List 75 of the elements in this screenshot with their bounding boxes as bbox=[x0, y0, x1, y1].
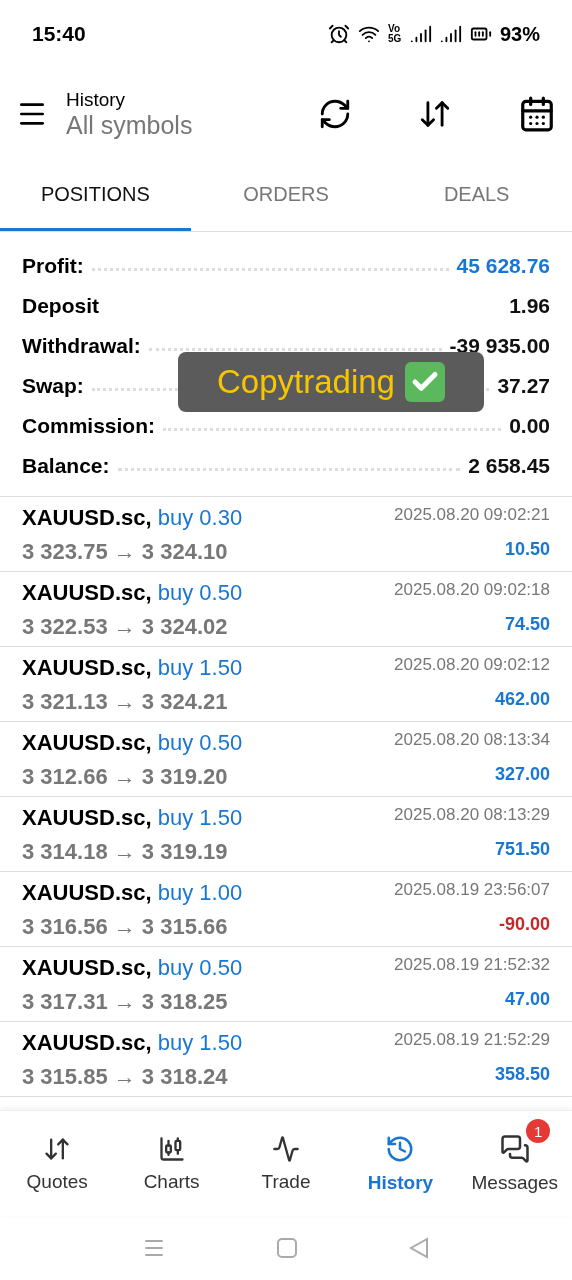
line-chart-icon bbox=[272, 1134, 300, 1163]
check-icon bbox=[404, 362, 445, 402]
tab[interactable]: DEALS bbox=[381, 160, 572, 231]
unread-badge: 1 bbox=[526, 1119, 551, 1143]
nav-tab[interactable]: Trade bbox=[228, 1111, 344, 1216]
deal-time: 2025.08.19 23:56:07 bbox=[394, 880, 550, 901]
summary-label: Commission: bbox=[22, 414, 155, 438]
overlay-text: Copytrading bbox=[217, 363, 395, 401]
deal-row[interactable]: XAUUSD.sc, buy 1.50 2025.08.20 08:13:29 3 314.18 → 3 319.19 751.50 bbox=[0, 797, 572, 872]
deal-profit: 462.00 bbox=[493, 689, 550, 711]
deal-title: XAUUSD.sc, buy 0.50 bbox=[22, 955, 244, 982]
nav-tab[interactable]: History bbox=[343, 1111, 458, 1216]
deal-row[interactable]: XAUUSD.sc, buy 0.50 2025.08.19 21:52:32 3 317.31 → 3 318.25 47.00 bbox=[0, 947, 572, 1022]
deal-prices: 3 316.56 → 3 315.66 bbox=[22, 914, 229, 941]
tab[interactable]: ORDERS bbox=[190, 160, 382, 231]
exchange-icon[interactable] bbox=[318, 97, 352, 131]
deal-title: XAUUSD.sc, buy 1.00 bbox=[22, 880, 244, 907]
signal-icon bbox=[409, 23, 432, 45]
deal-prices: 3 315.85 → 3 318.24 bbox=[22, 1064, 229, 1091]
deal-time: 2025.08.20 09:02:21 bbox=[394, 505, 550, 526]
nav-tab[interactable]: Charts bbox=[114, 1111, 229, 1216]
summary-label: Profit: bbox=[22, 254, 84, 278]
deal-prices: 3 323.75 → 3 324.10 bbox=[22, 539, 229, 566]
calendar-icon[interactable] bbox=[518, 95, 556, 133]
summary-value: 1.96 bbox=[509, 294, 550, 318]
alarm-icon bbox=[327, 23, 350, 45]
deal-row[interactable]: XAUUSD.sc, buy 0.30 2025.08.20 09:02:21 3 323.75 → 3 324.10 10.50 bbox=[0, 497, 572, 572]
deal-row[interactable]: XAUUSD.sc, buy 0.50 2025.08.20 08:13:34 3 312.66 → 3 319.20 327.00 bbox=[0, 722, 572, 797]
deal-prices: 3 312.66 → 3 319.20 bbox=[22, 764, 229, 791]
signal-icon bbox=[439, 23, 462, 45]
chat-icon bbox=[499, 1133, 530, 1164]
deal-time: 2025.08.20 09:02:18 bbox=[394, 580, 550, 601]
candlestick-icon bbox=[157, 1134, 186, 1163]
page-title: History bbox=[66, 88, 127, 111]
deal-time: 2025.08.19 21:52:32 bbox=[394, 955, 550, 976]
deal-profit: 47.00 bbox=[503, 989, 550, 1011]
deal-row[interactable]: XAUUSD.sc, buy 1.50 2025.08.19 21:52:29 3 315.85 → 3 318.24 358.50 bbox=[0, 1022, 572, 1097]
deal-row[interactable]: XAUUSD.sc, buy 0.50 2025.08.20 09:02:18 3 322.53 → 3 324.02 74.50 bbox=[0, 572, 572, 647]
summary-label: Swap: bbox=[22, 374, 84, 398]
battery-level: 93% bbox=[499, 22, 540, 46]
summary-label: Withdrawal: bbox=[22, 334, 141, 358]
deal-prices: 3 314.18 → 3 319.19 bbox=[22, 839, 229, 866]
deal-profit: 751.50 bbox=[493, 839, 550, 861]
deal-prices: 3 322.53 → 3 324.02 bbox=[22, 614, 229, 641]
deal-time: 2025.08.20 08:13:29 bbox=[394, 805, 550, 826]
deal-profit: -90.00 bbox=[497, 914, 550, 936]
summary-label: Balance: bbox=[22, 454, 110, 478]
deal-time: 2025.08.20 08:13:34 bbox=[394, 730, 550, 751]
deal-title: XAUUSD.sc, buy 0.50 bbox=[22, 730, 244, 757]
status-time: 15:40 bbox=[32, 22, 86, 46]
deal-profit: 10.50 bbox=[503, 539, 550, 561]
deal-row[interactable]: XAUUSD.sc, buy 1.50 2025.08.20 09:02:12 3 321.13 → 3 324.21 462.00 bbox=[0, 647, 572, 722]
deal-time: 2025.08.20 09:02:12 bbox=[394, 655, 550, 676]
summary-label: Deposit bbox=[22, 294, 99, 318]
deal-title: XAUUSD.sc, buy 0.50 bbox=[22, 580, 244, 607]
network-label: Vo 5G bbox=[387, 24, 402, 44]
summary-value: 37.27 bbox=[497, 374, 550, 398]
deal-profit: 327.00 bbox=[493, 764, 550, 786]
nav-tab[interactable]: Messages 1 bbox=[457, 1111, 572, 1216]
deal-profit: 358.50 bbox=[493, 1064, 550, 1086]
nav-tab[interactable]: Quotes bbox=[0, 1111, 115, 1216]
deal-title: XAUUSD.sc, buy 1.50 bbox=[22, 655, 244, 682]
deal-prices: 3 321.13 → 3 324.21 bbox=[22, 689, 229, 716]
summary-value: 2 658.45 bbox=[468, 454, 550, 478]
deal-title: XAUUSD.sc, buy 1.50 bbox=[22, 805, 244, 832]
deal-prices: 3 317.31 → 3 318.25 bbox=[22, 989, 229, 1016]
tab[interactable]: POSITIONS bbox=[0, 160, 191, 231]
deal-row[interactable]: XAUUSD.sc, buy 1.00 2025.08.19 23:56:07 3 316.56 → 3 315.66 -90.00 bbox=[0, 872, 572, 947]
summary-value: 0.00 bbox=[509, 414, 550, 438]
deal-title: XAUUSD.sc, buy 0.30 bbox=[22, 505, 244, 532]
deal-time: 2025.08.19 21:52:29 bbox=[394, 1030, 550, 1051]
summary-value: 45 628.76 bbox=[456, 254, 550, 278]
deal-title: XAUUSD.sc, buy 1.50 bbox=[22, 1030, 244, 1057]
deal-profit: 74.50 bbox=[503, 614, 550, 636]
symbol-filter[interactable]: All symbols bbox=[66, 110, 300, 140]
